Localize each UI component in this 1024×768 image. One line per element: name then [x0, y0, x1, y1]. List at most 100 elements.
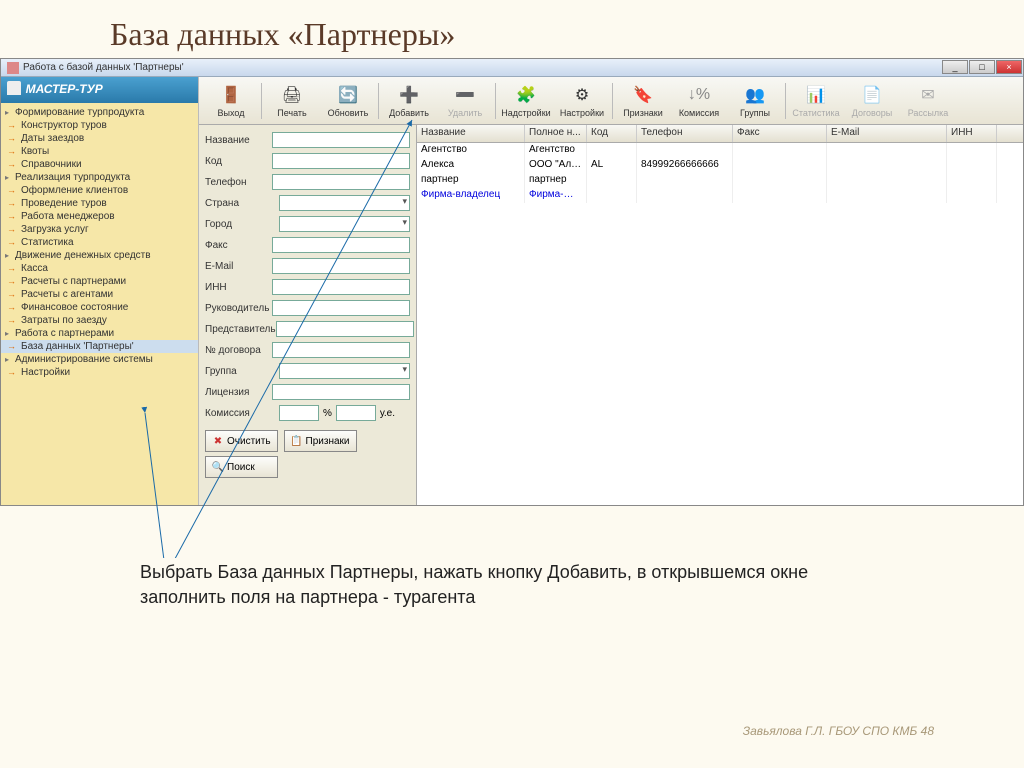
settings-button[interactable]: ⚙Настройки [554, 79, 610, 123]
table-cell: Агентство [417, 143, 525, 158]
table-cell: Фирма-… [525, 188, 587, 203]
nav-item[interactable]: Оформление клиентов [1, 184, 198, 197]
nav-tree: Формирование турпродуктаКонструктор туро… [1, 103, 198, 382]
nav-item[interactable]: Конструктор туров [1, 119, 198, 132]
nav-item[interactable]: Затраты по заезду [1, 314, 198, 327]
table-row[interactable]: партнерпартнер [417, 173, 1023, 188]
minimize-button[interactable]: _ [942, 60, 968, 74]
exit-button[interactable]: 🚪Выход [203, 79, 259, 123]
nav-group[interactable]: Администрирование системы [1, 353, 198, 366]
attrs-filter-button[interactable]: 📋Признаки [284, 430, 357, 452]
table-cell: ООО "Ал… [525, 158, 587, 173]
nav-item[interactable]: Проведение туров [1, 197, 198, 210]
maximize-button[interactable]: □ [969, 60, 995, 74]
table-cell [733, 188, 827, 203]
filter-form: Название Код Телефон Страна Город Факс E… [199, 125, 417, 505]
stats-button[interactable]: 📊Статистика [788, 79, 844, 123]
window-titlebar[interactable]: Работа с базой данных 'Партнеры' [1, 59, 1023, 77]
addons-button[interactable]: 🧩Надстройки [498, 79, 554, 123]
print-button[interactable]: 🖨Печать [264, 79, 320, 123]
input-phone[interactable] [272, 174, 410, 190]
input-rep[interactable] [276, 321, 414, 337]
add-button[interactable]: ➕Добавить [381, 79, 437, 123]
contracts-button[interactable]: 📄Договоры [844, 79, 900, 123]
nav-item[interactable]: Финансовое состояние [1, 301, 198, 314]
exit-icon: 🚪 [220, 84, 242, 106]
mailing-button[interactable]: ✉Рассылка [900, 79, 956, 123]
input-comm-ue[interactable] [336, 405, 376, 421]
nav-group[interactable]: Реализация турпродукта [1, 171, 198, 184]
input-fax[interactable] [272, 237, 410, 253]
nav-item[interactable]: Касса [1, 262, 198, 275]
nav-group[interactable]: Движение денежных средств [1, 249, 198, 262]
input-name[interactable] [272, 132, 410, 148]
sidebar: МАСТЕР-ТУР Формирование турпродуктаКонст… [1, 77, 199, 505]
label-contract: № договора [205, 345, 272, 356]
nav-item[interactable]: Загрузка услуг [1, 223, 198, 236]
search-button[interactable]: 🔍Поиск [205, 456, 278, 478]
nav-group[interactable]: Работа с партнерами [1, 327, 198, 340]
input-comm-pct[interactable] [279, 405, 319, 421]
ue-label: у.е. [380, 408, 395, 419]
combo-group[interactable] [279, 363, 410, 379]
col-header-inn[interactable]: ИНН [947, 125, 997, 142]
input-contract[interactable] [272, 342, 410, 358]
table-row[interactable]: Фирма-владелецФирма-… [417, 188, 1023, 203]
col-header-email[interactable]: E-Mail [827, 125, 947, 142]
search-icon: 🔍 [212, 461, 224, 473]
clear-button[interactable]: ✖Очистить [205, 430, 278, 452]
nav-item[interactable]: Расчеты с партнерами [1, 275, 198, 288]
label-license: Лицензия [205, 387, 272, 398]
commission-button[interactable]: ↓%Комиссия [671, 79, 727, 123]
nav-item[interactable]: Статистика [1, 236, 198, 249]
nav-item[interactable]: База данных 'Партнеры' [1, 340, 198, 353]
window-title-text: Работа с базой данных 'Партнеры' [23, 62, 184, 73]
table-cell [733, 158, 827, 173]
groups-button[interactable]: 👥Группы [727, 79, 783, 123]
close-button[interactable]: × [996, 60, 1022, 74]
nav-item[interactable]: Работа менеджеров [1, 210, 198, 223]
combo-city[interactable] [279, 216, 410, 232]
col-header-code[interactable]: Код [587, 125, 637, 142]
grid-body[interactable]: АгентствоАгентствоАлексаООО "Ал…AL849992… [417, 143, 1023, 505]
table-cell [637, 143, 733, 158]
label-country: Страна [205, 198, 279, 209]
nav-item[interactable]: Квоты [1, 145, 198, 158]
col-header-phone[interactable]: Телефон [637, 125, 733, 142]
table-cell [827, 188, 947, 203]
nav-item[interactable]: Расчеты с агентами [1, 288, 198, 301]
add-icon: ➕ [398, 84, 420, 106]
input-code[interactable] [272, 153, 410, 169]
table-cell: Алекса [417, 158, 525, 173]
input-inn[interactable] [272, 279, 410, 295]
table-cell [947, 173, 997, 188]
col-header-fullname[interactable]: Полное н... [525, 125, 587, 142]
attrs-icon: 🔖 [632, 84, 654, 106]
table-row[interactable]: АгентствоАгентство [417, 143, 1023, 158]
input-director[interactable] [272, 300, 410, 316]
table-cell [637, 188, 733, 203]
col-header-name[interactable]: Название [417, 125, 525, 142]
refresh-button[interactable]: 🔄Обновить [320, 79, 376, 123]
input-email[interactable] [272, 258, 410, 274]
attrs-button[interactable]: 🔖Признаки [615, 79, 671, 123]
label-rep: Представитель [205, 324, 276, 335]
attrs-filter-icon: 📋 [291, 435, 303, 447]
table-cell [947, 143, 997, 158]
table-cell: 84999266666666 [637, 158, 733, 173]
input-license[interactable] [272, 384, 410, 400]
nav-item[interactable]: Даты заездов [1, 132, 198, 145]
nav-item[interactable]: Справочники [1, 158, 198, 171]
nav-group[interactable]: Формирование турпродукта [1, 106, 198, 119]
pct-label: % [323, 408, 332, 419]
nav-item[interactable]: Настройки [1, 366, 198, 379]
table-cell [827, 143, 947, 158]
app-window: Работа с базой данных 'Партнеры' МАСТЕР-… [0, 58, 1024, 506]
table-cell [947, 158, 997, 173]
table-cell [637, 173, 733, 188]
delete-button[interactable]: ➖Удалить [437, 79, 493, 123]
addons-icon: 🧩 [515, 84, 537, 106]
table-row[interactable]: АлексаООО "Ал…AL84999266666666 [417, 158, 1023, 173]
col-header-fax[interactable]: Факс [733, 125, 827, 142]
combo-country[interactable] [279, 195, 410, 211]
